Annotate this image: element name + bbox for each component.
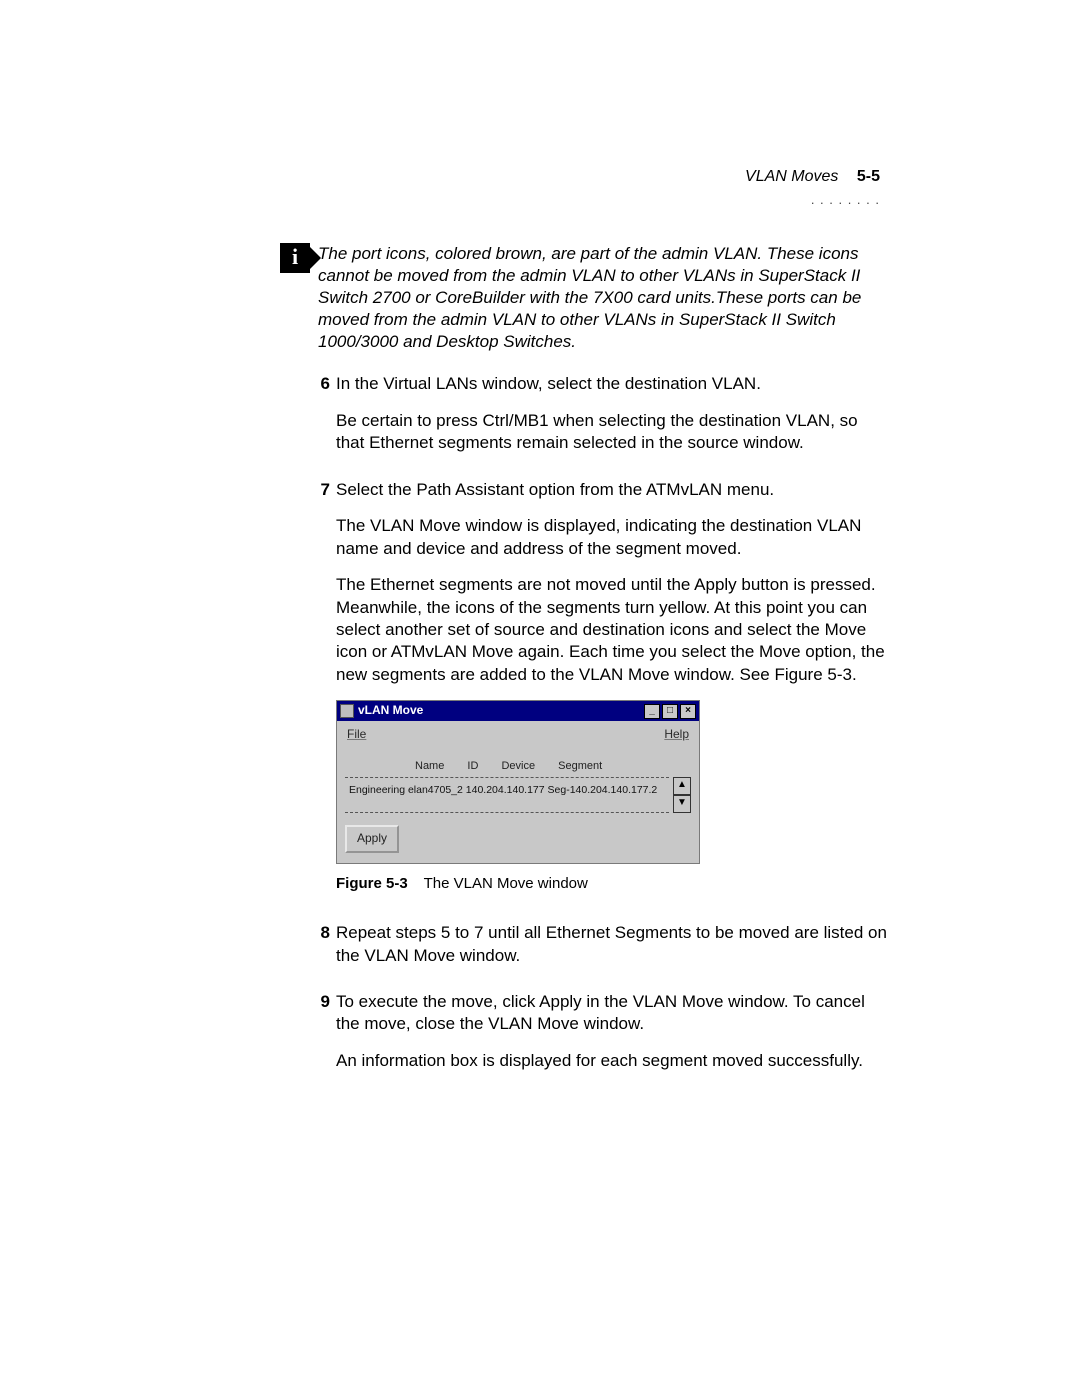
step7-p2: The Ethernet segments are not moved unti… — [336, 574, 890, 686]
list-row[interactable]: Engineering elan4705_2 140.204.140.177 S… — [345, 777, 669, 813]
step9-lead: To execute the move, click Apply in the … — [336, 991, 890, 1036]
scrollbar[interactable]: ▲ ▼ — [673, 777, 691, 813]
menu-file[interactable]: File — [347, 727, 366, 743]
window-title: vLAN Move — [358, 703, 423, 719]
admin-vlan-note: The port icons, colored brown, are part … — [318, 243, 890, 353]
header-dots: . . . . . . . . — [811, 192, 880, 207]
col-segment: Segment — [558, 760, 602, 772]
apply-button[interactable]: Apply — [345, 825, 399, 853]
step-number-9: 9 — [308, 991, 336, 1086]
step-number-8: 8 — [308, 922, 336, 981]
col-id: ID — [467, 760, 478, 772]
vlan-move-window: vLAN Move _ □ × File Help — [336, 700, 700, 864]
window-system-icon[interactable] — [340, 704, 354, 718]
maximize-button[interactable]: □ — [662, 704, 678, 719]
figure-caption: Figure 5-3 The VLAN Move window — [336, 874, 890, 894]
col-device: Device — [501, 760, 535, 772]
window-titlebar[interactable]: vLAN Move _ □ × — [337, 701, 699, 721]
step9-p1: An information box is displayed for each… — [336, 1050, 890, 1072]
step6-lead: In the Virtual LANs window, select the d… — [336, 373, 890, 395]
info-icon: i — [280, 243, 310, 273]
section-title: VLAN Moves — [745, 168, 838, 185]
menu-help[interactable]: Help — [664, 727, 689, 743]
page-header: VLAN Moves 5-5 — [745, 168, 880, 186]
step7-p1: The VLAN Move window is displayed, indic… — [336, 515, 890, 560]
step8-lead: Repeat steps 5 to 7 until all Ethernet S… — [336, 922, 890, 967]
scroll-down-button[interactable]: ▼ — [673, 795, 691, 813]
close-button[interactable]: × — [680, 704, 696, 719]
step7-lead: Select the Path Assistant option from th… — [336, 479, 890, 501]
step6-p1: Be certain to press Ctrl/MB1 when select… — [336, 410, 890, 455]
step-number-7: 7 — [308, 479, 336, 912]
figure-caption-text: The VLAN Move window — [424, 875, 588, 892]
scroll-up-button[interactable]: ▲ — [673, 777, 691, 795]
column-headers: Name ID Device Segment — [345, 755, 691, 778]
figure-number: Figure 5-3 — [336, 875, 408, 892]
col-name: Name — [415, 760, 444, 772]
minimize-button[interactable]: _ — [644, 704, 660, 719]
step-number-6: 6 — [308, 373, 336, 468]
page-number: 5-5 — [857, 168, 880, 185]
